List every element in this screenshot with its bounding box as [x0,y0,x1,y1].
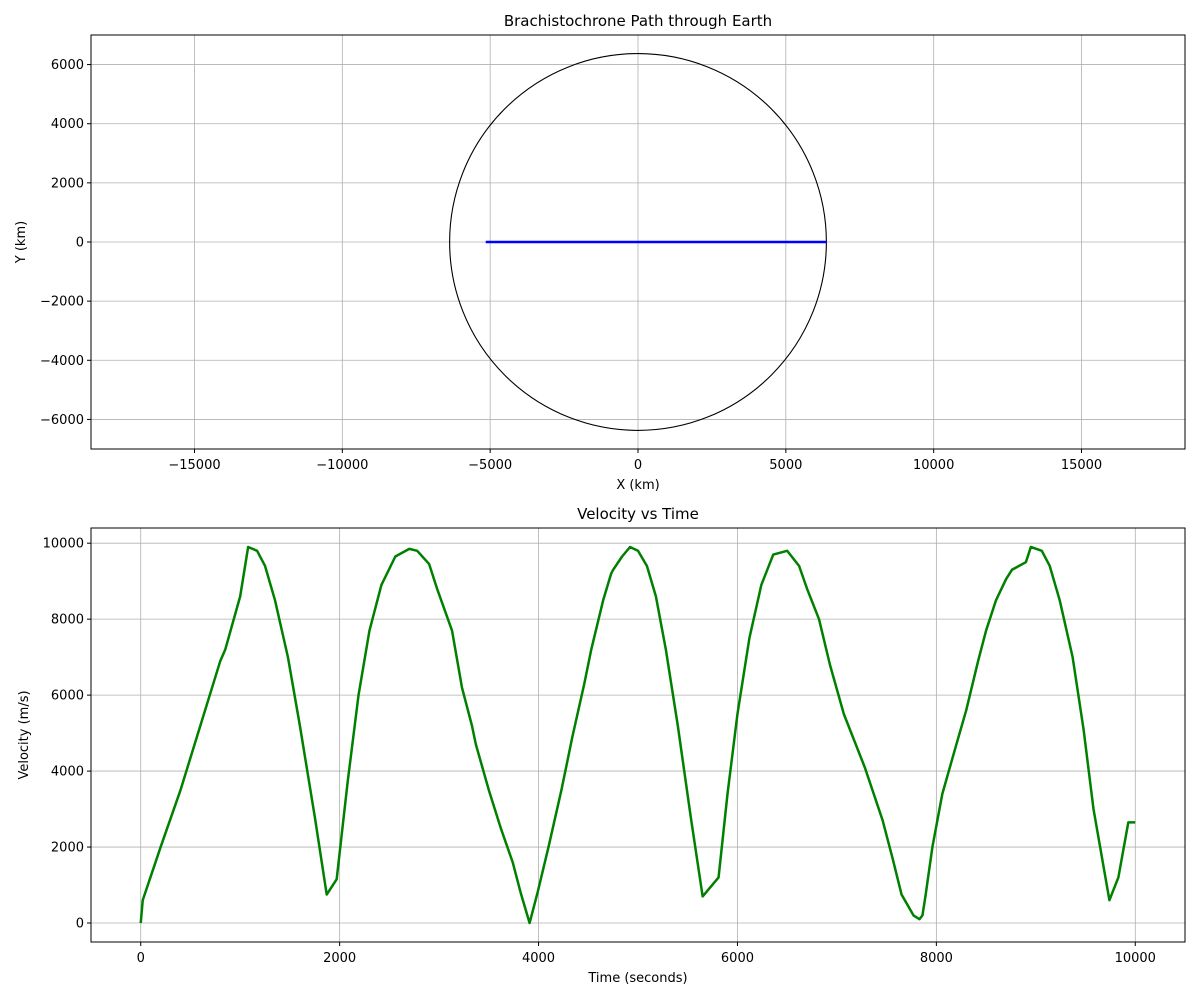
y-tick-label: −4000 [40,354,84,369]
x-tick-label: 0 [634,458,642,473]
chart-title: Velocity vs Time [577,505,699,523]
x-tick-label: 6000 [721,951,754,966]
y-tick-label: 0 [76,917,84,932]
y-axis-label: Velocity (m/s) [17,690,32,779]
x-axis-label: X (km) [616,478,659,493]
chart-title: Brachistochrone Path through Earth [504,12,772,30]
y-axis-label: Y (km) [14,221,29,264]
x-tick-label: 10000 [1115,951,1156,966]
x-tick-label: 0 [137,951,145,966]
y-tick-label: 6000 [51,689,84,704]
y-tick-label: 4000 [51,765,84,780]
x-tick-label: 15000 [1061,458,1102,473]
y-tick-label: 2000 [51,841,84,856]
x-tick-label: 5000 [769,458,802,473]
y-tick-label: 6000 [51,58,84,73]
y-tick-label: 2000 [51,176,84,191]
x-tick-label: 4000 [522,951,555,966]
y-tick-label: −2000 [40,295,84,310]
x-tick-label: 2000 [323,951,356,966]
x-tick-label: −10000 [316,458,368,473]
x-axis-label: Time (seconds) [587,971,687,986]
x-tick-label: −15000 [168,458,220,473]
x-tick-label: 8000 [920,951,953,966]
y-tick-label: −6000 [40,413,84,428]
y-tick-label: 4000 [51,117,84,132]
y-tick-label: 0 [76,236,84,251]
y-tick-label: 8000 [51,613,84,628]
figure: −15000 −10000 −5000 0 5000 10000 15000 −6000 −40… [0,0,1200,1000]
x-tick-label: 10000 [913,458,954,473]
x-tick-label: −5000 [468,458,512,473]
y-tick-label: 10000 [43,537,84,552]
